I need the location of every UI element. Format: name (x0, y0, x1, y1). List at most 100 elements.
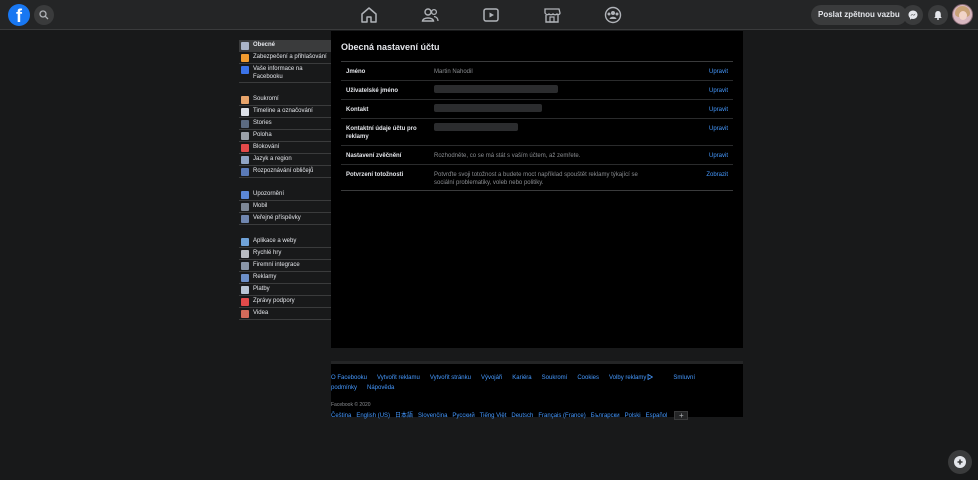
video-icon (241, 310, 249, 318)
settings-table: Jméno Martin Nahodil Upravit Uživatelské jm… (341, 61, 733, 191)
edit-link[interactable]: Upravit (709, 87, 728, 95)
footer-link[interactable]: Soukromí (542, 375, 568, 381)
location-icon (241, 132, 249, 140)
setting-label: Potvrzení totožnosti (346, 172, 404, 178)
sidebar-item[interactable]: Blokování (239, 142, 331, 154)
ads-icon (241, 274, 249, 282)
facebook-icon (241, 66, 249, 74)
sidebar-item[interactable]: Rychlé hry (239, 248, 331, 260)
sidebar-item[interactable]: Vaše informace na Facebooku (239, 64, 331, 83)
setting-label: Nastavení zvěčnění (346, 153, 402, 159)
sidebar-item-label: Poloha (253, 132, 272, 138)
language-link[interactable]: Deutsch (511, 413, 533, 419)
sidebar-item[interactable]: Zabezpečení a přihlašování (239, 52, 331, 64)
language-link[interactable]: Русский (452, 413, 474, 419)
setting-label: Kontakt (346, 107, 369, 113)
groups-icon[interactable] (604, 6, 622, 24)
sidebar-item-label: Obecné (253, 42, 276, 48)
language-link[interactable]: Polski (625, 413, 641, 419)
new-message-button[interactable] (948, 450, 972, 474)
sidebar-item-label: Rychlé hry (253, 250, 282, 256)
edit-link[interactable]: Upravit (709, 106, 728, 114)
sidebar-item[interactable]: Jazyk a region (239, 154, 331, 166)
search-button[interactable] (34, 5, 54, 25)
sidebar-item[interactable]: Timeline a označování (239, 106, 331, 118)
settings-sidebar: Obecné Zabezpečení a přihlašování Vaše inf… (239, 40, 331, 331)
language-link[interactable]: Български (591, 413, 620, 419)
setting-label: Uživatelské jméno (346, 88, 399, 94)
notifications-button[interactable] (928, 5, 948, 25)
footer-link[interactable]: Vývojáři (481, 375, 502, 381)
sidebar-item-label: Mobil (253, 203, 268, 209)
messenger-button[interactable] (903, 5, 923, 25)
language-link[interactable]: English (US) (356, 413, 390, 419)
edit-link[interactable]: Upravit (709, 68, 728, 76)
timeline-icon (241, 108, 249, 116)
sidebar-item-label: Soukromí (253, 96, 279, 102)
sidebar-item[interactable]: Soukromí (239, 94, 331, 106)
language-link[interactable]: Español (646, 413, 668, 419)
watch-icon[interactable] (482, 6, 500, 24)
language-link[interactable]: Čeština (331, 413, 351, 419)
face-recognition-icon (241, 168, 249, 176)
sidebar-item-label: Blokování (253, 144, 280, 150)
marketplace-icon[interactable] (543, 6, 561, 24)
sidebar-group: Obecné Zabezpečení a přihlašování Vaše inf… (239, 40, 331, 83)
sidebar-item-label: Firemní integrace (253, 262, 300, 268)
sidebar-item-label: Veřejné příspěvky (253, 215, 301, 221)
friends-icon[interactable] (421, 6, 439, 24)
footer-link[interactable]: Cookies (577, 375, 599, 381)
setting-value-redacted (434, 123, 518, 131)
home-icon[interactable] (360, 6, 378, 24)
block-icon (241, 144, 249, 152)
sidebar-item[interactable]: Reklamy (239, 272, 331, 284)
sidebar-item[interactable]: Rozpoznávání obličejů (239, 166, 331, 178)
sidebar-item-label: Zabezpečení a přihlašování (253, 54, 327, 60)
sidebar-group: Upozornění Mobil Veřejné příspěvky (239, 189, 331, 225)
sidebar-item-label: Videa (253, 310, 269, 316)
settings-row: Kontaktní údaje účtu pro reklamy Upravit (341, 119, 733, 146)
gamepad-icon (241, 250, 249, 258)
sidebar-item[interactable]: Upozornění (239, 189, 331, 201)
settings-row: Potvrzení totožnosti Potvrďte svoji totož… (341, 165, 733, 190)
edit-link[interactable]: Upravit (709, 125, 728, 133)
sidebar-item-label: Jazyk a region (253, 156, 292, 162)
support-icon (241, 298, 249, 306)
apps-icon (241, 238, 249, 246)
language-link[interactable]: Tiếng Việt (480, 413, 507, 419)
language-link[interactable]: 日本語 (395, 413, 413, 419)
facebook-logo[interactable]: f (8, 4, 30, 26)
avatar-face (959, 11, 967, 20)
sidebar-item[interactable]: Poloha (239, 130, 331, 142)
sidebar-item[interactable]: Videa (239, 308, 331, 320)
footer-link[interactable]: Vytvořit stránku (430, 375, 471, 381)
sidebar-item[interactable]: Firemní integrace (239, 260, 331, 272)
setting-label: Jméno (346, 69, 366, 75)
edit-link[interactable]: Upravit (709, 152, 728, 160)
setting-label: Kontaktní údaje účtu pro reklamy (346, 126, 417, 140)
language-link[interactable]: Français (France) (538, 413, 585, 419)
settings-row: Jméno Martin Nahodil Upravit (341, 62, 733, 81)
footer-link[interactable]: O Facebooku (331, 375, 367, 381)
footer-link[interactable]: Nápověda (367, 385, 394, 391)
language-icon (241, 156, 249, 164)
sidebar-item-label: Vaše informace na Facebooku (253, 66, 303, 80)
sidebar-item[interactable]: Zprávy podpory (239, 296, 331, 308)
footer-link[interactable]: Vytvořit reklamu (377, 375, 420, 381)
sidebar-item[interactable]: Platby (239, 284, 331, 296)
send-feedback-button[interactable]: Poslat zpětnou vazbu (811, 5, 907, 25)
sidebar-item[interactable]: Mobil (239, 201, 331, 213)
edit-link[interactable]: Zobrazit (706, 171, 728, 179)
profile-avatar[interactable] (952, 4, 973, 25)
footer-link[interactable]: Volby reklamy (609, 374, 663, 381)
sidebar-item[interactable]: Veřejné příspěvky (239, 213, 331, 225)
sidebar-item[interactable]: Aplikace a weby (239, 236, 331, 248)
add-language-button[interactable]: + (674, 410, 689, 420)
copyright-text: Facebook © 2020 (331, 402, 371, 408)
sidebar-item[interactable]: Stories (239, 118, 331, 130)
sidebar-item-label: Rozpoznávání obličejů (253, 168, 314, 174)
sidebar-item[interactable]: Obecné (239, 40, 331, 52)
settings-row: Uživatelské jméno Upravit (341, 81, 733, 100)
language-link[interactable]: Slovenčina (418, 413, 447, 419)
footer-link[interactable]: Kariéra (512, 375, 531, 381)
